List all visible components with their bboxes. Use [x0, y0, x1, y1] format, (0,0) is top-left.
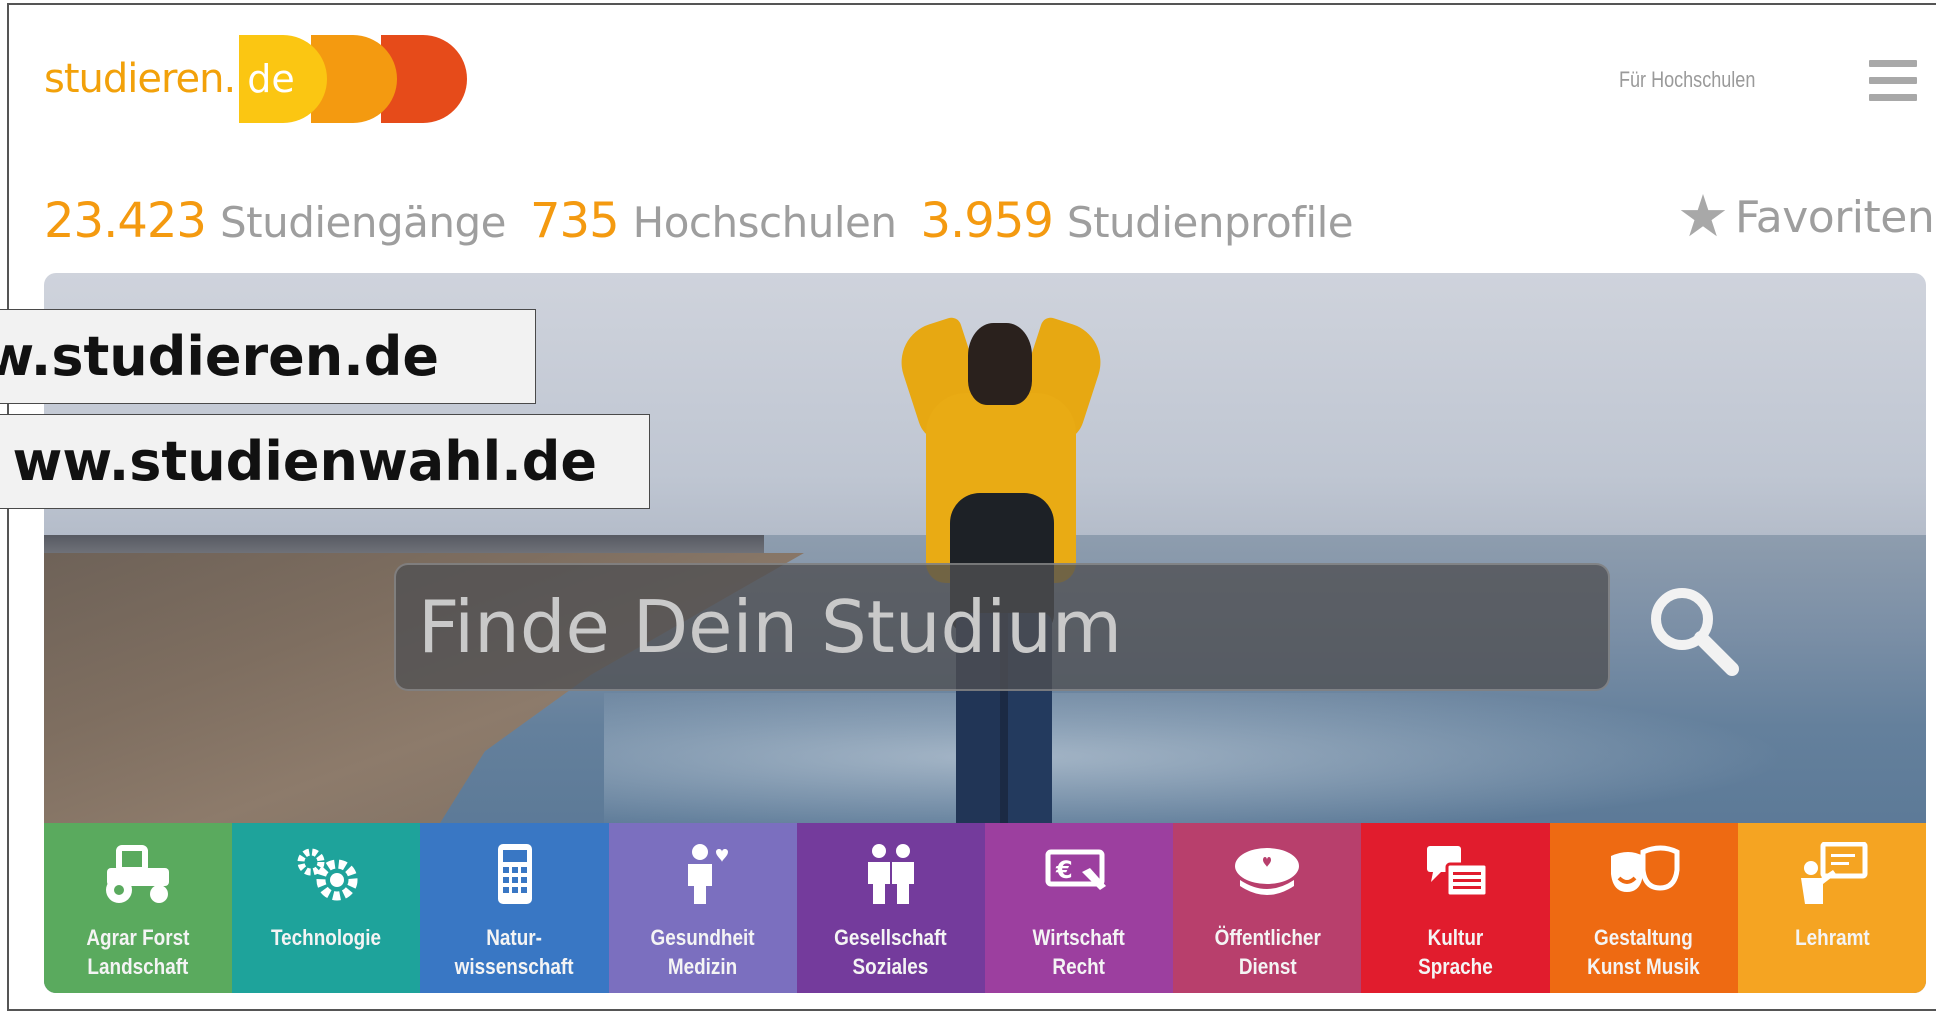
for-universities-link[interactable]: Für Hochschulen: [1619, 67, 1755, 93]
people-icon: [854, 841, 928, 907]
svg-text:€: €: [1055, 856, 1073, 884]
category-technology[interactable]: Technologie: [232, 823, 421, 993]
category-public-service[interactable]: Öffentlicher Dienst: [1173, 823, 1362, 993]
search-icon[interactable]: [1644, 581, 1744, 681]
category-label: Kultur Sprache: [1418, 925, 1493, 979]
speech-bubbles-icon: [1419, 841, 1493, 907]
category-bar: Agrar Forst Landschaft Technologie Natur…: [44, 823, 1926, 993]
category-teaching[interactable]: Lehramt: [1737, 823, 1926, 993]
logo-tld: de: [239, 35, 328, 123]
category-label: Öffentlicher Dienst: [1214, 925, 1321, 979]
category-label: Lehramt: [1794, 925, 1870, 950]
category-label: Agrar Forst Landschaft: [86, 925, 190, 979]
stat-profiles-label: Studienprofile: [1066, 198, 1354, 247]
category-culture[interactable]: Kultur Sprache: [1361, 823, 1550, 993]
url-overlay-studienwahl: ww.studienwahl.de: [0, 414, 650, 509]
theater-masks-icon: [1607, 841, 1681, 907]
favorites-link[interactable]: ★ Favoriten: [1677, 184, 1935, 249]
calculator-icon: [478, 841, 552, 907]
stats-bar: 23.423 Studiengänge 735 Hochschulen 3.95…: [44, 193, 1377, 249]
star-icon: ★: [1677, 184, 1729, 249]
police-cap-icon: [1230, 841, 1304, 907]
person-heart-icon: [666, 841, 740, 907]
category-health[interactable]: Gesundheit Medizin: [608, 823, 797, 993]
logo-puzzle-blocks: de: [239, 35, 468, 123]
category-label: Wirtschaft Recht: [1032, 925, 1126, 979]
teacher-board-icon: [1795, 841, 1869, 907]
url-overlay-studieren: w.studieren.de: [0, 309, 536, 404]
euro-hand-icon: €: [1042, 841, 1116, 907]
stat-profiles-count: 3.959: [920, 193, 1053, 249]
category-label: Gesundheit Medizin: [650, 925, 755, 979]
favorites-label: Favoriten: [1735, 191, 1935, 243]
category-label: Gesellschaft Soziales: [834, 925, 948, 979]
tractor-icon: [101, 841, 175, 907]
stat-courses-count: 23.423: [44, 193, 207, 249]
hamburger-menu-icon[interactable]: [1869, 60, 1917, 102]
category-label: Natur- wissenschaft: [455, 925, 574, 979]
stat-universities-count: 735: [530, 193, 620, 249]
category-label: Technologie: [271, 925, 382, 950]
site-logo[interactable]: studieren. de: [44, 33, 468, 125]
hero-city-horizon: [44, 535, 764, 553]
search-box: [394, 563, 1610, 691]
category-design[interactable]: Gestaltung Kunst Musik: [1549, 823, 1738, 993]
category-label: Gestaltung Kunst Musik: [1587, 925, 1700, 979]
category-agriculture[interactable]: Agrar Forst Landschaft: [44, 823, 233, 993]
stat-universities-label: Hochschulen: [632, 198, 897, 247]
gears-icon: [289, 841, 363, 907]
stat-courses-label: Studiengänge: [219, 198, 507, 247]
search-input[interactable]: [396, 565, 1608, 689]
category-science[interactable]: Natur- wissenschaft: [420, 823, 609, 993]
category-society[interactable]: Gesellschaft Soziales: [796, 823, 986, 993]
category-economics[interactable]: € Wirtschaft Recht: [985, 823, 1174, 993]
logo-text: studieren.: [44, 56, 236, 102]
